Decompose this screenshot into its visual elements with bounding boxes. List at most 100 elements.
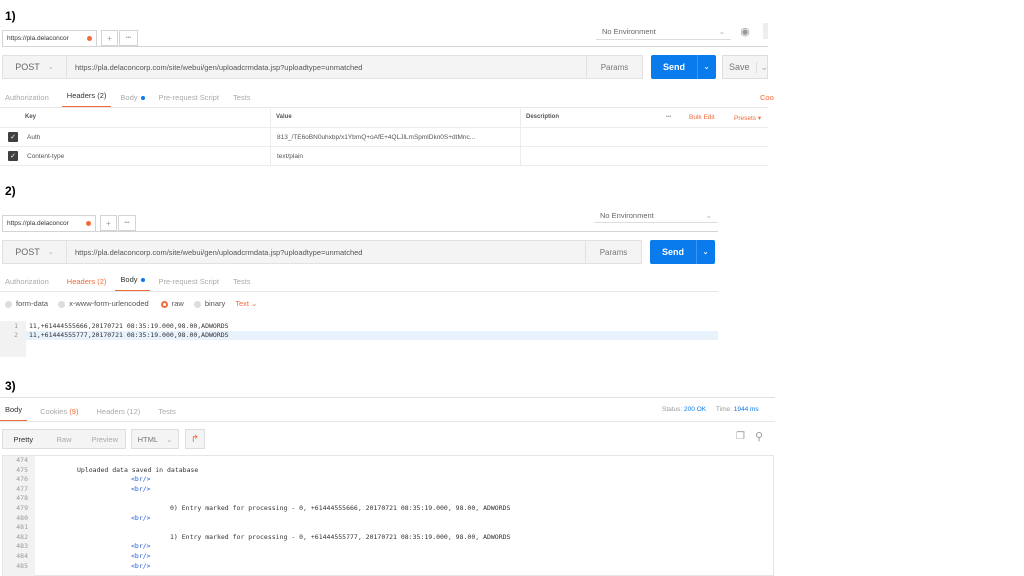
header-value[interactable]: text/plain	[277, 153, 303, 160]
panel-divider	[0, 397, 775, 398]
tab-tests[interactable]: Tests	[228, 277, 256, 292]
request-tab-url: https://pla.delaconcor	[7, 220, 69, 227]
method-select[interactable]: POST ⌄	[3, 56, 67, 78]
params-button[interactable]: Params	[585, 241, 641, 263]
code-line[interactable]: <br/>	[131, 514, 151, 524]
add-tab-button[interactable]: +	[101, 30, 118, 46]
response-tabs: Body Cookies (9) Headers (12) Tests	[0, 405, 775, 422]
line-number: 480	[16, 513, 28, 522]
more-tabs-button[interactable]: •••	[118, 215, 136, 231]
line-number: 485	[16, 561, 28, 570]
request-url-input[interactable]: https://pla.delaconcorp.com/site/webui/g…	[67, 241, 585, 263]
request-tab-url: https://pla.delaconcor	[7, 35, 69, 42]
code-line[interactable]: 11,+61444555666,20170721 08:35:19.000,98…	[29, 322, 229, 331]
radio-icon	[5, 300, 12, 308]
line-number: 1	[14, 322, 18, 330]
code-line[interactable]: <br/>	[131, 562, 151, 572]
chevron-down-icon: ⌄	[705, 211, 712, 220]
tab-pre-request-script[interactable]: Pre-request Script	[154, 93, 224, 108]
code-line[interactable]: <br/>	[131, 552, 151, 562]
tab-cookies-code[interactable]: Coo	[755, 93, 779, 108]
text-mode-select[interactable]: Text ⌄	[235, 299, 257, 308]
code-line[interactable]: 1) Entry marked for processing - 0, +614…	[170, 533, 510, 543]
radio-urlencoded[interactable]: x-www-form-urlencoded	[58, 299, 149, 308]
modified-dot-icon	[140, 278, 145, 282]
radio-form-data[interactable]: form-data	[5, 299, 48, 308]
header-row: ✓ Content-type text/plain	[0, 147, 768, 166]
line-number: 2	[14, 331, 18, 339]
tab-body[interactable]: Body	[115, 275, 150, 292]
tab-tests[interactable]: Tests	[153, 407, 181, 422]
request-url-input[interactable]: https://pla.delaconcorp.com/site/webui/g…	[67, 56, 586, 78]
presets-link[interactable]: Presets ▾	[734, 114, 761, 122]
code-line[interactable]: <br/>	[131, 485, 151, 495]
environment-label: No Environment	[600, 211, 654, 220]
request-tab[interactable]: https://pla.delaconcor	[2, 30, 97, 46]
view-preview-button[interactable]: Preview	[84, 430, 126, 448]
more-tabs-button[interactable]: •••	[119, 30, 138, 46]
save-label: Save	[729, 62, 750, 72]
tab-cookies-label: Cookies	[40, 407, 68, 416]
request-tab[interactable]: https://pla.delaconcor	[2, 215, 96, 231]
tab-headers-label: Headers (2)	[66, 277, 107, 286]
tab-authorization[interactable]: Authorization	[0, 277, 54, 292]
line-number: 479	[16, 504, 28, 512]
code-line[interactable]: 0) Entry marked for processing - 0, +614…	[170, 504, 510, 514]
line-number: 475	[16, 465, 28, 474]
radio-raw[interactable]: raw	[160, 299, 184, 308]
add-tab-button[interactable]: +	[100, 215, 117, 231]
search-icon[interactable]: ⚲	[755, 430, 769, 444]
response-status: Status: 200 OK Time: 1944 ms	[662, 406, 759, 413]
tab-body[interactable]: Body	[115, 93, 149, 108]
line-number: 474	[16, 456, 28, 464]
wrap-lines-icon[interactable]: ↱	[185, 429, 205, 449]
radio-binary[interactable]: binary	[193, 299, 225, 308]
view-pretty-button[interactable]: Pretty	[3, 430, 44, 448]
chevron-down-icon[interactable]: ⌄	[697, 55, 715, 79]
chevron-down-icon: ⌄	[755, 61, 768, 73]
tab-headers[interactable]: Headers (2)	[62, 277, 112, 292]
send-button[interactable]: Send ⌄	[651, 55, 716, 79]
save-button[interactable]: Save ⌄	[722, 55, 768, 79]
tab-body[interactable]: Body	[0, 405, 28, 422]
tab-pre-request-script[interactable]: Pre-request Script	[154, 277, 224, 292]
line-number: 478	[16, 494, 28, 503]
eye-icon[interactable]: ◉	[736, 23, 754, 39]
method-select[interactable]: POST ⌄	[3, 241, 67, 263]
environment-select[interactable]: No Environment ⌄	[596, 24, 731, 40]
subtab-divider	[0, 107, 768, 108]
header-value[interactable]: 813_/TE6oBN0uhxbp/x1YbmQ+oAfE+4QLJlLmSpm…	[277, 134, 475, 141]
header-row: ✓ Auth 813_/TE6oBN0uhxbp/x1YbmQ+oAfE+4QL…	[0, 128, 768, 147]
radio-selected-icon	[160, 300, 168, 308]
code-line[interactable]: 11,+61444555777,20170721 08:35:19.000,98…	[29, 331, 229, 340]
tab-headers[interactable]: Headers (2)	[61, 91, 112, 108]
cookies-count: (9)	[69, 407, 79, 416]
code-line[interactable]: <br/>	[131, 542, 151, 552]
params-button[interactable]: Params	[586, 56, 642, 78]
tab-authorization[interactable]: Authorization	[0, 93, 54, 108]
tab-tests[interactable]: Tests	[228, 93, 256, 108]
environment-select[interactable]: No Environment ⌄	[594, 209, 718, 223]
tab-cookies[interactable]: Cookies (9)	[35, 407, 83, 422]
format-label: HTML	[137, 434, 159, 444]
more-options-button[interactable]: •••	[666, 114, 671, 120]
view-raw-button[interactable]: Raw	[43, 430, 85, 448]
send-button[interactable]: Send ⌄	[650, 240, 715, 264]
tab-headers[interactable]: Headers (12)	[91, 407, 145, 422]
chevron-down-icon[interactable]: ⌄	[696, 240, 714, 264]
tab-headers-label: Headers (2)	[66, 91, 107, 100]
format-select[interactable]: HTML ⌄	[131, 429, 179, 449]
bulk-edit-link[interactable]: Bulk Edit	[689, 114, 715, 121]
code-line[interactable]: Uploaded data saved in database	[77, 466, 198, 476]
headers-table-head: Key Value Description ••• Bulk Edit Pres…	[0, 109, 768, 127]
radio-icon	[193, 300, 201, 308]
header-key[interactable]: Auth	[27, 134, 40, 141]
checkbox-checked[interactable]: ✓	[8, 151, 18, 161]
method-label: POST	[15, 247, 40, 257]
copy-icon[interactable]: ❐	[736, 431, 748, 445]
checkbox-checked[interactable]: ✓	[8, 132, 18, 142]
header-key[interactable]: Content-type	[27, 153, 64, 160]
code-line[interactable]: <br/>	[131, 475, 151, 485]
url-bar: POST ⌄ https://pla.delaconcorp.com/site/…	[2, 240, 642, 264]
tab-divider	[2, 46, 768, 47]
